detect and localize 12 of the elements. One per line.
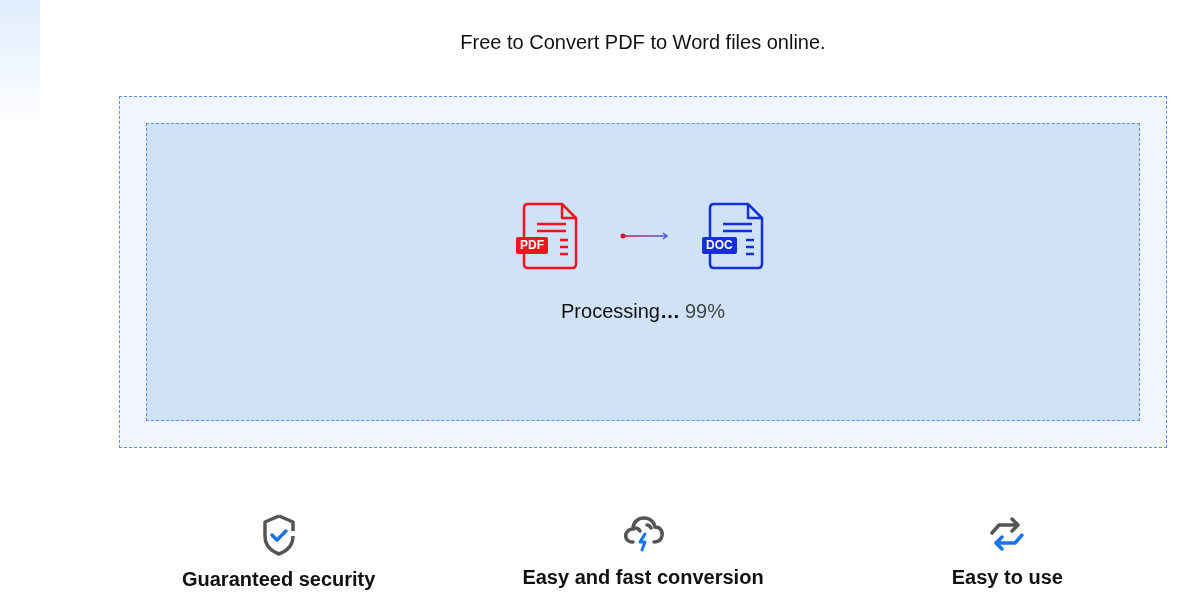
upload-area[interactable]: PDF DOC Processing… 99% xyxy=(119,96,1167,448)
page-headline: Free to Convert PDF to Word files online. xyxy=(460,30,826,54)
feature-label: Easy to use xyxy=(951,566,1063,589)
cloud-lightning-icon xyxy=(621,514,665,554)
feature-label: Easy and fast conversion xyxy=(522,566,764,589)
shield-check-icon xyxy=(260,514,297,556)
progress-percent: 99% xyxy=(684,300,725,323)
feature-label: Guaranteed security xyxy=(181,568,376,591)
file-type-label: PDF xyxy=(516,237,548,254)
file-type-label: DOC xyxy=(702,237,737,254)
arrow-icon xyxy=(620,232,670,240)
status-text: Processing… xyxy=(561,300,680,323)
